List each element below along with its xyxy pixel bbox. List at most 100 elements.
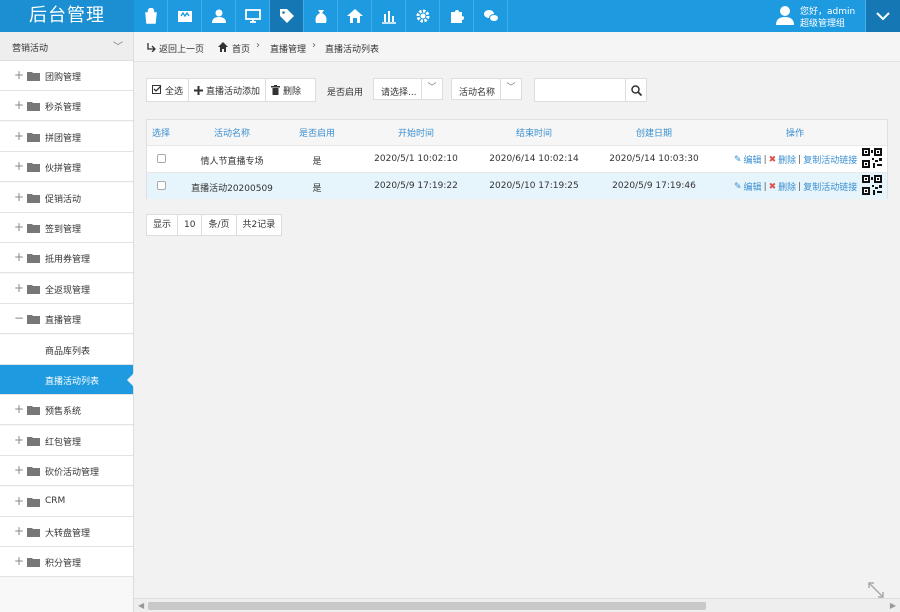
- enabled-select[interactable]: 请选择... ﹀: [373, 78, 443, 100]
- row-checkbox[interactable]: [157, 154, 166, 163]
- top-bar: 后台管理 您好，admin 超级管理组: [0, 0, 900, 32]
- table-header: 选择 活动名称 是否启用 开始时间 结束时间 创建日期 操作: [147, 120, 887, 145]
- back-link[interactable]: 返回上一页: [159, 42, 204, 55]
- add-label: 直播活动添加: [206, 86, 261, 97]
- page-size-select[interactable]: 10: [178, 215, 203, 235]
- money-bag-icon: [315, 10, 326, 23]
- topnav-gear-button[interactable]: [406, 0, 440, 32]
- plus-icon: +: [14, 463, 25, 478]
- search-field-select[interactable]: 活动名称 ﹀: [451, 78, 522, 100]
- pager-per-page-label: 条/页: [202, 215, 237, 235]
- delete-link[interactable]: 删除: [778, 153, 796, 166]
- topnav-store-button[interactable]: [168, 0, 202, 32]
- topnav-bar-chart-button[interactable]: [372, 0, 406, 32]
- column-header: 选择: [151, 129, 171, 139]
- edit-link[interactable]: 编辑: [744, 180, 762, 193]
- cell-name: 直播活动20200509: [191, 184, 273, 194]
- sidebar-item[interactable]: + 全返现管理: [0, 273, 133, 304]
- breadcrumb-home[interactable]: 首页: [232, 42, 250, 55]
- copy-link[interactable]: 复制活动链接: [803, 180, 857, 193]
- topnav-tag-button[interactable]: [270, 0, 304, 32]
- horizontal-scrollbar[interactable]: ◀ ▶: [134, 598, 900, 612]
- topnav-shopping-bag-button[interactable]: [134, 0, 168, 32]
- enabled-filter-label: 是否启用: [327, 88, 364, 98]
- sidebar-item[interactable]: + 拼团管理: [0, 121, 133, 152]
- delete-button[interactable]: 删除: [266, 79, 306, 101]
- edit-link[interactable]: 编辑: [744, 153, 762, 166]
- column-header: 开始时间: [397, 129, 435, 139]
- chat-icon: [483, 10, 499, 22]
- plus-icon: +: [14, 280, 25, 295]
- delete-icon[interactable]: ✖: [769, 182, 777, 192]
- sidebar-item[interactable]: + 签到管理: [0, 213, 133, 243]
- sidebar-item[interactable]: + 红包管理: [0, 425, 133, 456]
- folder-icon: [27, 254, 40, 264]
- row-actions: ✎ 编辑 | ✖ 删除 | 复制活动链接: [734, 180, 857, 194]
- delete-icon[interactable]: ✖: [769, 155, 777, 165]
- fullscreen-icon[interactable]: [868, 582, 884, 598]
- store-icon: [177, 11, 192, 22]
- sidebar-item[interactable]: + 伙拼管理: [0, 152, 133, 183]
- qr-code-icon[interactable]: [862, 175, 882, 195]
- sidebar-subitem[interactable]: 商品库列表: [0, 334, 133, 365]
- topnav-money-bag-button[interactable]: [304, 0, 338, 32]
- live-activity-table: 选择 活动名称 是否启用 开始时间 结束时间 创建日期 操作 情人节直播专场是 2020/5/…: [146, 119, 888, 199]
- scrollbar-thumb[interactable]: [148, 602, 706, 610]
- user-menu-toggle[interactable]: [865, 0, 900, 32]
- sidebar-item[interactable]: + 团购管理: [0, 61, 133, 91]
- column-header: 活动名称: [213, 129, 251, 139]
- cell-enabled: 是: [312, 157, 322, 167]
- home-icon: [218, 42, 228, 52]
- sidebar-item[interactable]: + 秒杀管理: [0, 91, 133, 122]
- sidebar-item[interactable]: + 预售系统: [0, 395, 133, 426]
- scroll-left-icon[interactable]: ◀: [138, 601, 144, 610]
- sidebar-item[interactable]: − 直播管理: [0, 304, 133, 335]
- folder-icon: [27, 436, 40, 446]
- user-panel[interactable]: 您好，admin 超级管理组: [775, 0, 865, 32]
- plus-icon: +: [14, 68, 25, 82]
- topnav-chat-button[interactable]: [474, 0, 508, 32]
- topnav-home-button[interactable]: [338, 0, 372, 32]
- edit-icon[interactable]: ✎: [734, 182, 742, 192]
- chevron-down-icon: [876, 12, 890, 21]
- scroll-right-icon[interactable]: ▶: [890, 601, 896, 610]
- topnav-monitor-button[interactable]: [236, 0, 270, 32]
- divider: |: [763, 154, 767, 165]
- chevron-down-icon: ﹀: [421, 79, 442, 99]
- sidebar-item[interactable]: + 促销活动: [0, 182, 133, 213]
- row-checkbox[interactable]: [157, 181, 166, 190]
- topnav-user-button[interactable]: [202, 0, 236, 32]
- sidebar-subitem[interactable]: 直播活动列表: [0, 365, 134, 395]
- sidebar: 营销活动 ﹀ + 团购管理 + 秒杀管理 + 拼团管理 + 伙拼管理 + 促销活动 + 签到管理 + 抵用…: [0, 32, 134, 612]
- breadcrumb-level1[interactable]: 直播管理: [270, 42, 306, 55]
- add-live-activity-button[interactable]: 直播活动添加: [189, 79, 267, 101]
- breadcrumb: 返回上一页 首页 › 直播管理 › 直播活动列表: [134, 32, 900, 62]
- avatar-icon: [776, 6, 794, 25]
- back-arrow-icon: [147, 43, 156, 52]
- plus-icon: +: [14, 554, 25, 569]
- select-all-button[interactable]: 全选: [147, 79, 190, 101]
- table-row[interactable]: 情人节直播专场 是 2020/5/1 10:02:10 2020/6/14 10:02…: [147, 145, 887, 172]
- sidebar-item[interactable]: + 大转盘管理: [0, 517, 133, 547]
- folder-icon: [27, 193, 40, 203]
- sidebar-item[interactable]: + 积分管理: [0, 547, 133, 578]
- search-input[interactable]: [534, 78, 626, 102]
- pager-show-label: 显示: [147, 215, 179, 235]
- search-button[interactable]: [625, 78, 647, 102]
- qr-code-icon[interactable]: [862, 148, 882, 168]
- delete-link[interactable]: 删除: [778, 180, 796, 193]
- sidebar-item[interactable]: + 砍价活动管理: [0, 456, 133, 487]
- topnav-puzzle-button[interactable]: [440, 0, 474, 32]
- sidebar-item[interactable]: + 抵用券管理: [0, 243, 133, 274]
- home-icon: [346, 9, 363, 23]
- sidebar-item-label: 积分管理: [45, 559, 82, 570]
- sidebar-item[interactable]: + CRM: [0, 486, 133, 517]
- user-icon: [211, 9, 226, 23]
- column-header: 是否启用: [298, 129, 336, 139]
- sidebar-item-label: 促销活动: [45, 194, 82, 205]
- sidebar-section-header[interactable]: 营销活动 ﹀: [0, 32, 133, 61]
- minus-icon: −: [14, 311, 25, 326]
- copy-link[interactable]: 复制活动链接: [803, 153, 857, 166]
- edit-icon[interactable]: ✎: [734, 155, 742, 165]
- table-row[interactable]: 直播活动20200509 是 2020/5/9 17:19:22 2020/5/10 …: [147, 172, 887, 199]
